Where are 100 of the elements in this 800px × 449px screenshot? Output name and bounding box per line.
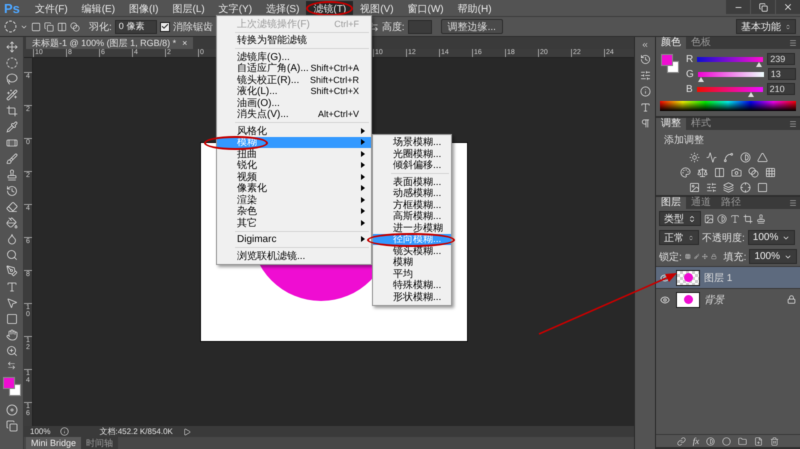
history-brush-icon[interactable] bbox=[6, 185, 18, 197]
curve-icon[interactable] bbox=[722, 152, 734, 163]
layer-row[interactable]: 背景 bbox=[656, 288, 800, 310]
columns-icon[interactable] bbox=[714, 167, 725, 178]
menu-item[interactable]: 表面模糊... bbox=[373, 176, 451, 188]
new-page-icon[interactable] bbox=[754, 436, 764, 446]
panel-tab[interactable]: Mini Bridge bbox=[26, 437, 82, 449]
menu-title[interactable]: 图像(I) bbox=[122, 0, 166, 16]
crosshair-icon[interactable] bbox=[740, 182, 750, 193]
panel-tab[interactable]: 调整 bbox=[656, 118, 686, 130]
menu-item[interactable]: 特殊模糊... bbox=[373, 280, 451, 291]
image-icon[interactable] bbox=[704, 214, 714, 224]
fill-field[interactable]: 100% bbox=[749, 249, 798, 264]
menu-item[interactable]: 液化(L)... Shift+Ctrl+X bbox=[217, 86, 371, 97]
quick-mask-icon[interactable] bbox=[6, 404, 18, 416]
menu-item[interactable]: 浏览联机滤镜... bbox=[217, 250, 371, 262]
menu-item[interactable]: 镜头模糊... bbox=[373, 245, 451, 256]
opacity-field[interactable]: 100% bbox=[748, 230, 796, 245]
droplet-icon[interactable] bbox=[6, 233, 18, 245]
menu-item[interactable]: Digimarc bbox=[217, 234, 371, 245]
panel-tab[interactable]: 图层 bbox=[656, 197, 686, 209]
menu-title[interactable]: 窗口(W) bbox=[400, 0, 451, 16]
screen-mode-icon[interactable] bbox=[6, 420, 18, 432]
menu-title[interactable]: 图层(L) bbox=[165, 0, 212, 16]
history-icon[interactable] bbox=[640, 54, 650, 65]
menu-item[interactable]: 进一步模糊 bbox=[373, 222, 451, 234]
menu-item[interactable]: 方框模糊... bbox=[373, 199, 451, 210]
scale-icon[interactable] bbox=[697, 167, 708, 178]
crop-icon[interactable] bbox=[6, 105, 18, 117]
hand-icon[interactable] bbox=[6, 329, 18, 341]
height-field[interactable] bbox=[408, 20, 432, 34]
menu-item[interactable]: 平均 bbox=[373, 268, 451, 280]
slider-thumb[interactable] bbox=[756, 62, 762, 66]
pen-icon[interactable] bbox=[6, 265, 18, 277]
menu-item[interactable]: 高斯模糊... bbox=[373, 210, 451, 222]
waveform-icon[interactable] bbox=[706, 152, 716, 163]
menu-title[interactable]: 编辑(E) bbox=[74, 0, 122, 16]
panel-tab[interactable]: 时间轴 bbox=[81, 437, 118, 449]
layer-row[interactable]: 图层 1 bbox=[656, 266, 800, 288]
panel-tab[interactable]: 颜色 bbox=[656, 37, 686, 49]
menu-item[interactable]: 镜头校正(R)... Shift+Ctrl+R bbox=[217, 74, 371, 86]
blend-icon[interactable] bbox=[748, 167, 759, 178]
intersecting-circles-icon[interactable] bbox=[70, 22, 80, 32]
menu-item[interactable]: 扭曲 bbox=[217, 148, 371, 160]
fx-button[interactable]: fx bbox=[692, 436, 700, 446]
info-icon[interactable] bbox=[640, 86, 650, 97]
menu-item[interactable]: 其它 bbox=[217, 217, 371, 228]
eraser-icon[interactable] bbox=[6, 201, 18, 213]
triangle-icon[interactable] bbox=[756, 152, 768, 163]
ellipse-marquee-icon[interactable] bbox=[6, 57, 18, 69]
play-icon[interactable] bbox=[182, 428, 191, 436]
menu-item[interactable]: 转换为智能滤镜 bbox=[217, 34, 371, 46]
square-icon[interactable] bbox=[31, 22, 41, 32]
menu-title[interactable]: 文件(F) bbox=[28, 0, 75, 16]
tab-close-button[interactable]: × bbox=[182, 38, 188, 48]
layers-icon[interactable] bbox=[722, 182, 734, 193]
collapse-icon[interactable] bbox=[641, 41, 649, 49]
menu-item[interactable]: 视频 bbox=[217, 171, 371, 182]
contrast-icon[interactable] bbox=[706, 436, 716, 446]
blend-mode-select[interactable]: 正常 bbox=[659, 230, 699, 245]
rectangle-icon[interactable] bbox=[6, 313, 18, 325]
contrast-icon[interactable] bbox=[740, 152, 750, 163]
menu-item[interactable]: 场景模糊... bbox=[373, 136, 451, 148]
lasso-icon[interactable] bbox=[6, 73, 18, 85]
refine-edge-button[interactable]: 调整边缘... bbox=[440, 19, 503, 34]
sun-icon[interactable] bbox=[688, 152, 700, 163]
menu-title[interactable]: 文字(Y) bbox=[212, 0, 260, 16]
menu-item[interactable]: 模糊 bbox=[373, 256, 451, 268]
text-tool-icon[interactable] bbox=[6, 281, 18, 293]
move-tool-icon[interactable] bbox=[6, 41, 18, 53]
menu-item[interactable]: 像素化 bbox=[217, 182, 371, 194]
character-icon[interactable] bbox=[640, 102, 650, 113]
panel-menu-icon[interactable] bbox=[789, 39, 797, 47]
slider-thumb[interactable] bbox=[698, 76, 704, 82]
color-swatches-drawing[interactable] bbox=[2, 376, 22, 398]
antialias-checkbox[interactable] bbox=[160, 22, 170, 32]
menu-title[interactable]: 视图(V) bbox=[353, 0, 401, 16]
eyedropper-icon[interactable] bbox=[6, 121, 18, 133]
zoom-icon[interactable] bbox=[6, 345, 18, 357]
stamp-icon[interactable] bbox=[6, 169, 18, 181]
workspace-select[interactable]: 基本功能 bbox=[736, 19, 796, 34]
lock-icon[interactable] bbox=[710, 252, 717, 261]
menu-item[interactable]: 消失点(V)... Alt+Ctrl+V bbox=[217, 108, 371, 120]
trash-icon[interactable] bbox=[770, 436, 780, 446]
info-icon[interactable] bbox=[60, 427, 70, 436]
menu-item[interactable]: 光圈模糊... bbox=[373, 148, 451, 160]
move-icon[interactable] bbox=[702, 252, 708, 261]
magic-wand-icon[interactable] bbox=[6, 89, 18, 101]
document-tab[interactable]: 未标题-1 @ 100% (图层 1, RGB/8) * × bbox=[26, 37, 194, 49]
bandage-icon[interactable] bbox=[6, 137, 18, 149]
camera-icon[interactable] bbox=[731, 167, 742, 178]
square-icon[interactable] bbox=[756, 182, 768, 193]
folder-icon[interactable] bbox=[738, 436, 748, 446]
ellipse-marquee-icon[interactable] bbox=[4, 20, 17, 33]
brush-icon[interactable] bbox=[694, 252, 700, 261]
circle-icon[interactable] bbox=[722, 436, 732, 446]
swap-colors-icon[interactable] bbox=[7, 361, 16, 370]
eye-icon[interactable] bbox=[660, 294, 670, 304]
panel-menu-icon[interactable] bbox=[789, 120, 797, 128]
text-icon[interactable] bbox=[730, 214, 740, 224]
